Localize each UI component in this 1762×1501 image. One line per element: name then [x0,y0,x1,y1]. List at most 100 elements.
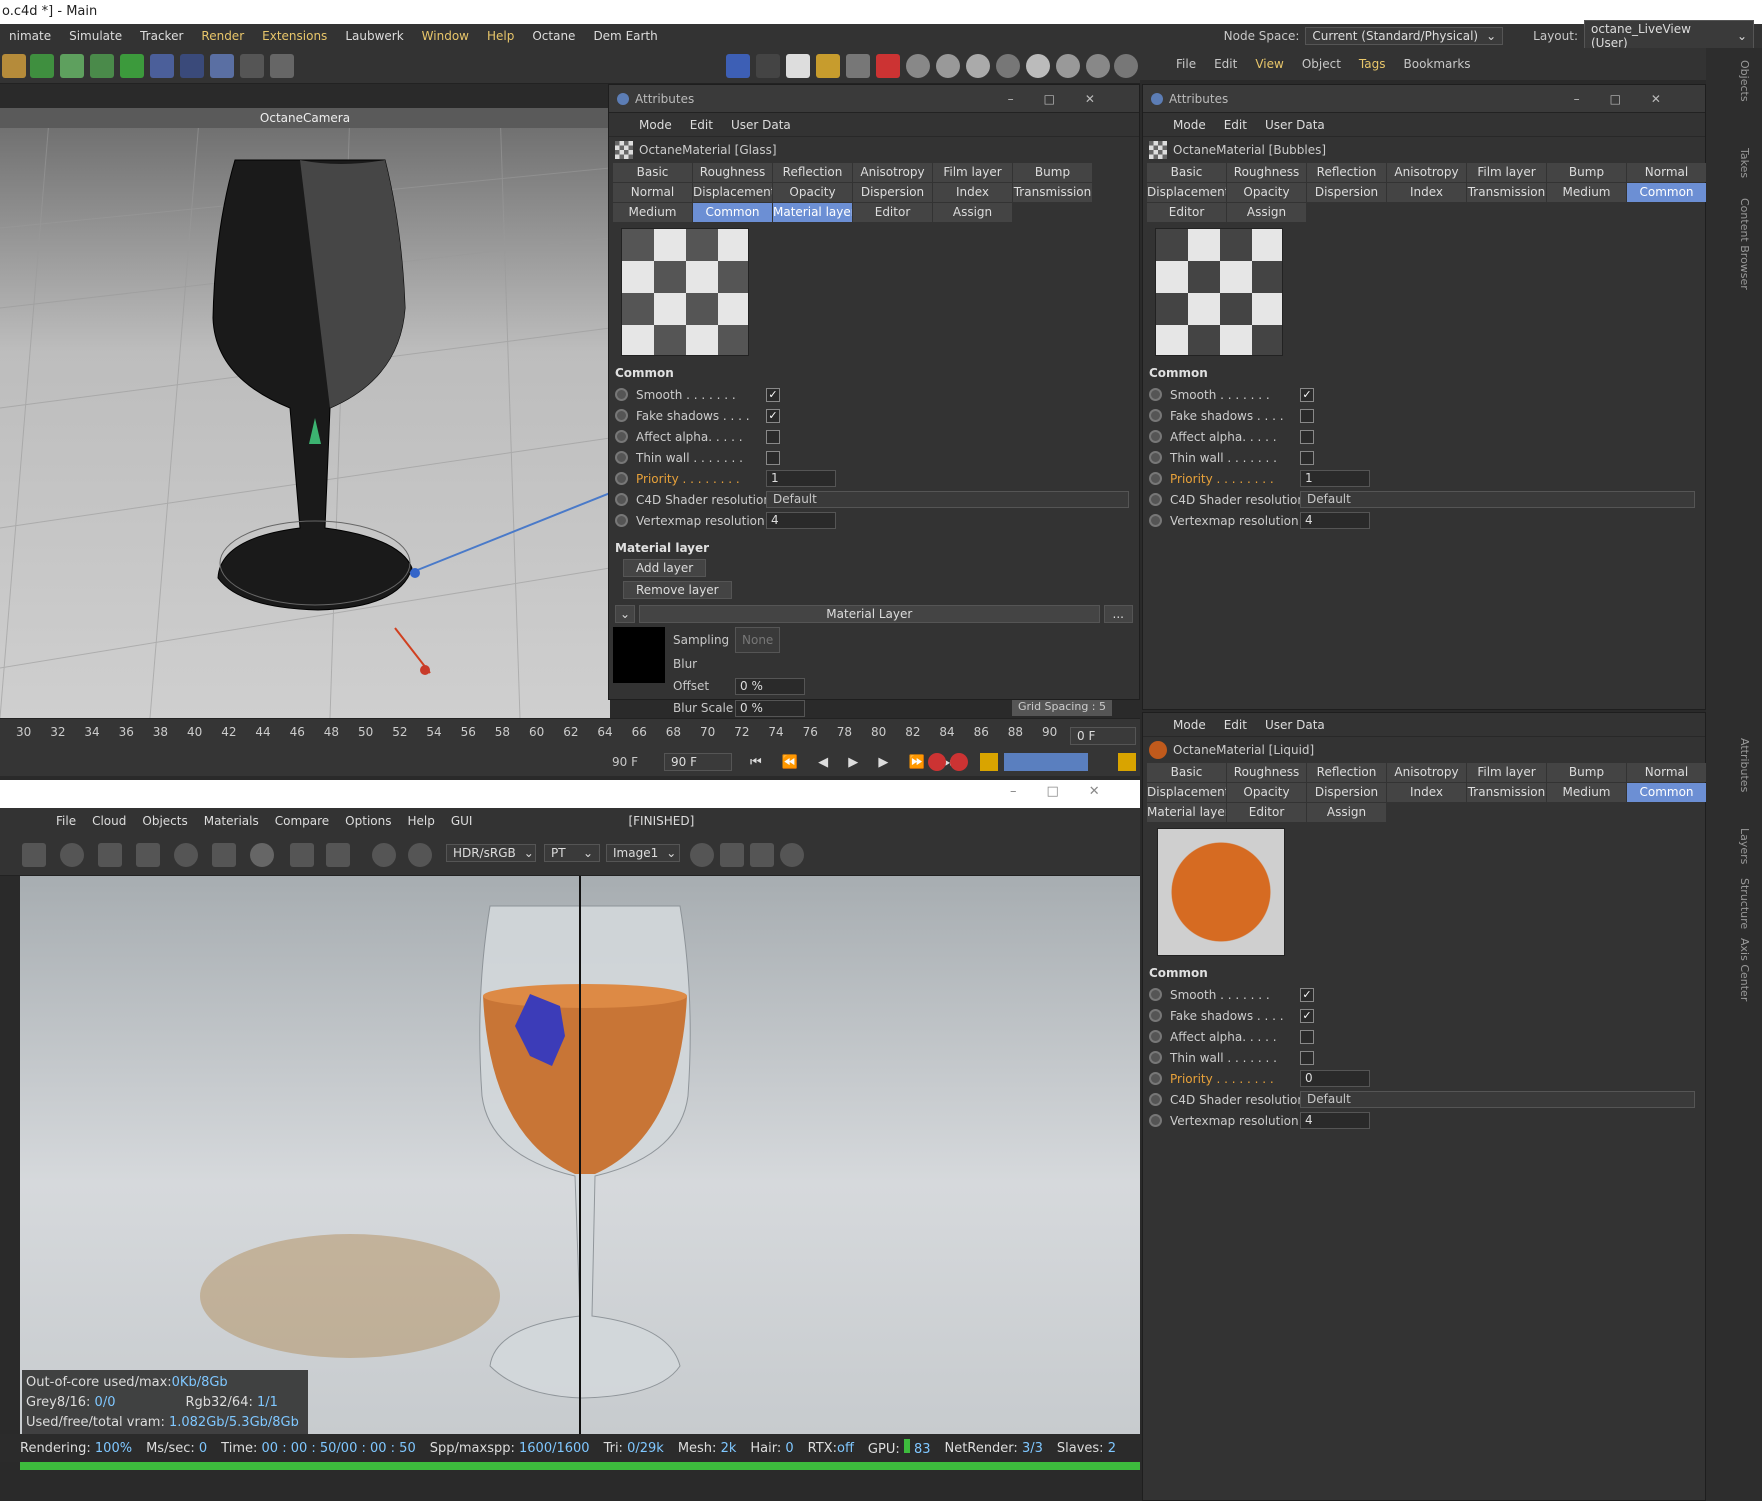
add-icon[interactable] [290,843,314,867]
shader-resolution-dropdown[interactable]: Default [1300,491,1695,508]
anim-radio[interactable] [1149,1114,1162,1127]
deformer-icon[interactable] [150,54,174,78]
tab-basic[interactable]: Basic [1147,763,1226,782]
tab-common[interactable]: Common [1627,183,1706,202]
floor-icon[interactable] [210,54,234,78]
buffer-dropdown[interactable]: Image1 ⌄ [606,844,680,862]
shader-resolution-dropdown[interactable]: Default [1300,1091,1695,1108]
lv-menu-compare[interactable]: Compare [275,814,329,828]
tab-dispersion[interactable]: Dispersion [1307,783,1386,802]
menu-window[interactable]: Window [413,29,478,43]
lv-menu-materials[interactable]: Materials [204,814,259,828]
tab-transmission[interactable]: Transmission [1013,183,1092,202]
tab-editor[interactable]: Editor [853,203,932,222]
tab-opacity[interactable]: Opacity [1227,183,1306,202]
priority-input[interactable]: 1 [766,470,836,487]
menu-edit[interactable]: Edit [1214,57,1237,71]
tab-displacement[interactable]: Displacement [693,183,772,202]
sidebar-tab-content-browser[interactable]: Content Browser [1738,198,1751,290]
focus-icon[interactable] [372,843,396,867]
option-checkbox[interactable] [1300,429,1314,444]
3d-viewport[interactable] [0,108,610,718]
menu-object[interactable]: Object [1302,57,1341,71]
anim-radio[interactable] [1149,472,1162,485]
globe-icon[interactable] [780,843,804,867]
anim-radio[interactable] [1149,409,1162,422]
menu-render[interactable]: Render [192,29,253,43]
tab-reflection[interactable]: Reflection [1307,763,1386,782]
tab-dispersion[interactable]: Dispersion [1307,183,1386,202]
window-controls[interactable]: –□✕ [1010,784,1130,799]
vertexmap-resolution-input[interactable]: 4 [766,512,836,529]
tab-basic[interactable]: Basic [613,163,692,182]
vertexmap-resolution-input[interactable]: 4 [1300,512,1370,529]
menu-help[interactable]: Help [478,29,523,43]
camera-icon[interactable] [750,843,774,867]
region-icon[interactable] [136,843,160,867]
pick-icon[interactable] [690,843,714,867]
anim-radio[interactable] [1149,1030,1162,1043]
tab-material-layer[interactable]: Material layer [1147,803,1226,822]
tab-assign[interactable]: Assign [1307,803,1386,822]
menu-edit[interactable]: Edit [1224,118,1247,132]
anim-radio[interactable] [1149,1051,1162,1064]
shader-resolution-dropdown[interactable]: Default [766,491,1129,508]
menu-mode[interactable]: Mode [1173,118,1206,132]
tab-opacity[interactable]: Opacity [773,183,852,202]
tab-editor[interactable]: Editor [1227,803,1306,822]
render-view[interactable]: Out-of-core used/max:0Kb/8Gb Grey8/16: 0… [20,876,1140,1434]
timeline-settings-icon[interactable] [1118,753,1136,771]
tab-roughness[interactable]: Roughness [693,163,772,182]
anim-radio[interactable] [615,430,628,443]
sphere-icon[interactable] [250,843,274,867]
menu-user-data[interactable]: User Data [731,118,791,132]
tab-assign[interactable]: Assign [933,203,1012,222]
vertexmap-resolution-input[interactable]: 4 [1300,1112,1370,1129]
kernel-dropdown[interactable]: PT ⌄ [544,844,600,862]
blur-offset-input[interactable]: 0 % [735,678,805,695]
sidebar-tab-takes[interactable]: Takes [1738,148,1751,178]
material-sphere-icon[interactable] [936,54,960,78]
tab-anisotropy[interactable]: Anisotropy [853,163,932,182]
tab-index[interactable]: Index [1387,183,1466,202]
anim-radio[interactable] [1149,1009,1162,1022]
option-checkbox[interactable]: ✓ [766,408,780,423]
tab-normal[interactable]: Normal [1627,763,1706,782]
tab-normal[interactable]: Normal [613,183,692,202]
menu-view[interactable]: View [1255,57,1283,71]
menu-file[interactable]: File [1176,57,1196,71]
tab-film-layer[interactable]: Film layer [1467,163,1546,182]
tab-common[interactable]: Common [693,203,772,222]
pause-icon[interactable] [98,843,122,867]
anim-radio[interactable] [615,409,628,422]
menu-user-data[interactable]: User Data [1265,718,1325,732]
generator-icon[interactable] [60,54,84,78]
menu-laubwerk[interactable]: Laubwerk [336,29,412,43]
gear-icon[interactable] [174,843,198,867]
key-mode-icons[interactable] [1004,753,1088,771]
anim-radio[interactable] [1149,430,1162,443]
material-sphere-icon[interactable] [996,54,1020,78]
material-layer-bar[interactable]: Material Layer [639,605,1100,623]
priority-input[interactable]: 1 [1300,470,1370,487]
more-options-button[interactable]: ... [1103,605,1133,623]
material-pick-icon[interactable] [408,843,432,867]
menu-dem-earth[interactable]: Dem Earth [584,29,666,43]
window-controls[interactable]: –□✕ [1574,92,1705,106]
frame-icon[interactable] [326,843,350,867]
sidebar-tab-axis-center[interactable]: Axis Center [1738,938,1751,1001]
tab-basic[interactable]: Basic [1147,163,1226,182]
tab-medium[interactable]: Medium [1547,783,1626,802]
octane-tool-icon[interactable] [756,54,780,78]
lv-menu-file[interactable]: File [56,814,76,828]
menu-tracker[interactable]: Tracker [131,29,192,43]
sidebar-tab-attributes[interactable]: Attributes [1738,738,1751,792]
option-checkbox[interactable]: ✓ [1300,387,1314,402]
tab-medium[interactable]: Medium [613,203,692,222]
tab-roughness[interactable]: Roughness [1227,763,1306,782]
tab-roughness[interactable]: Roughness [1227,163,1306,182]
menu-extensions[interactable]: Extensions [253,29,336,43]
sidebar-tab-layers[interactable]: Layers [1738,828,1751,864]
option-checkbox[interactable]: ✓ [766,387,780,402]
pen-tool-icon[interactable] [2,54,26,78]
